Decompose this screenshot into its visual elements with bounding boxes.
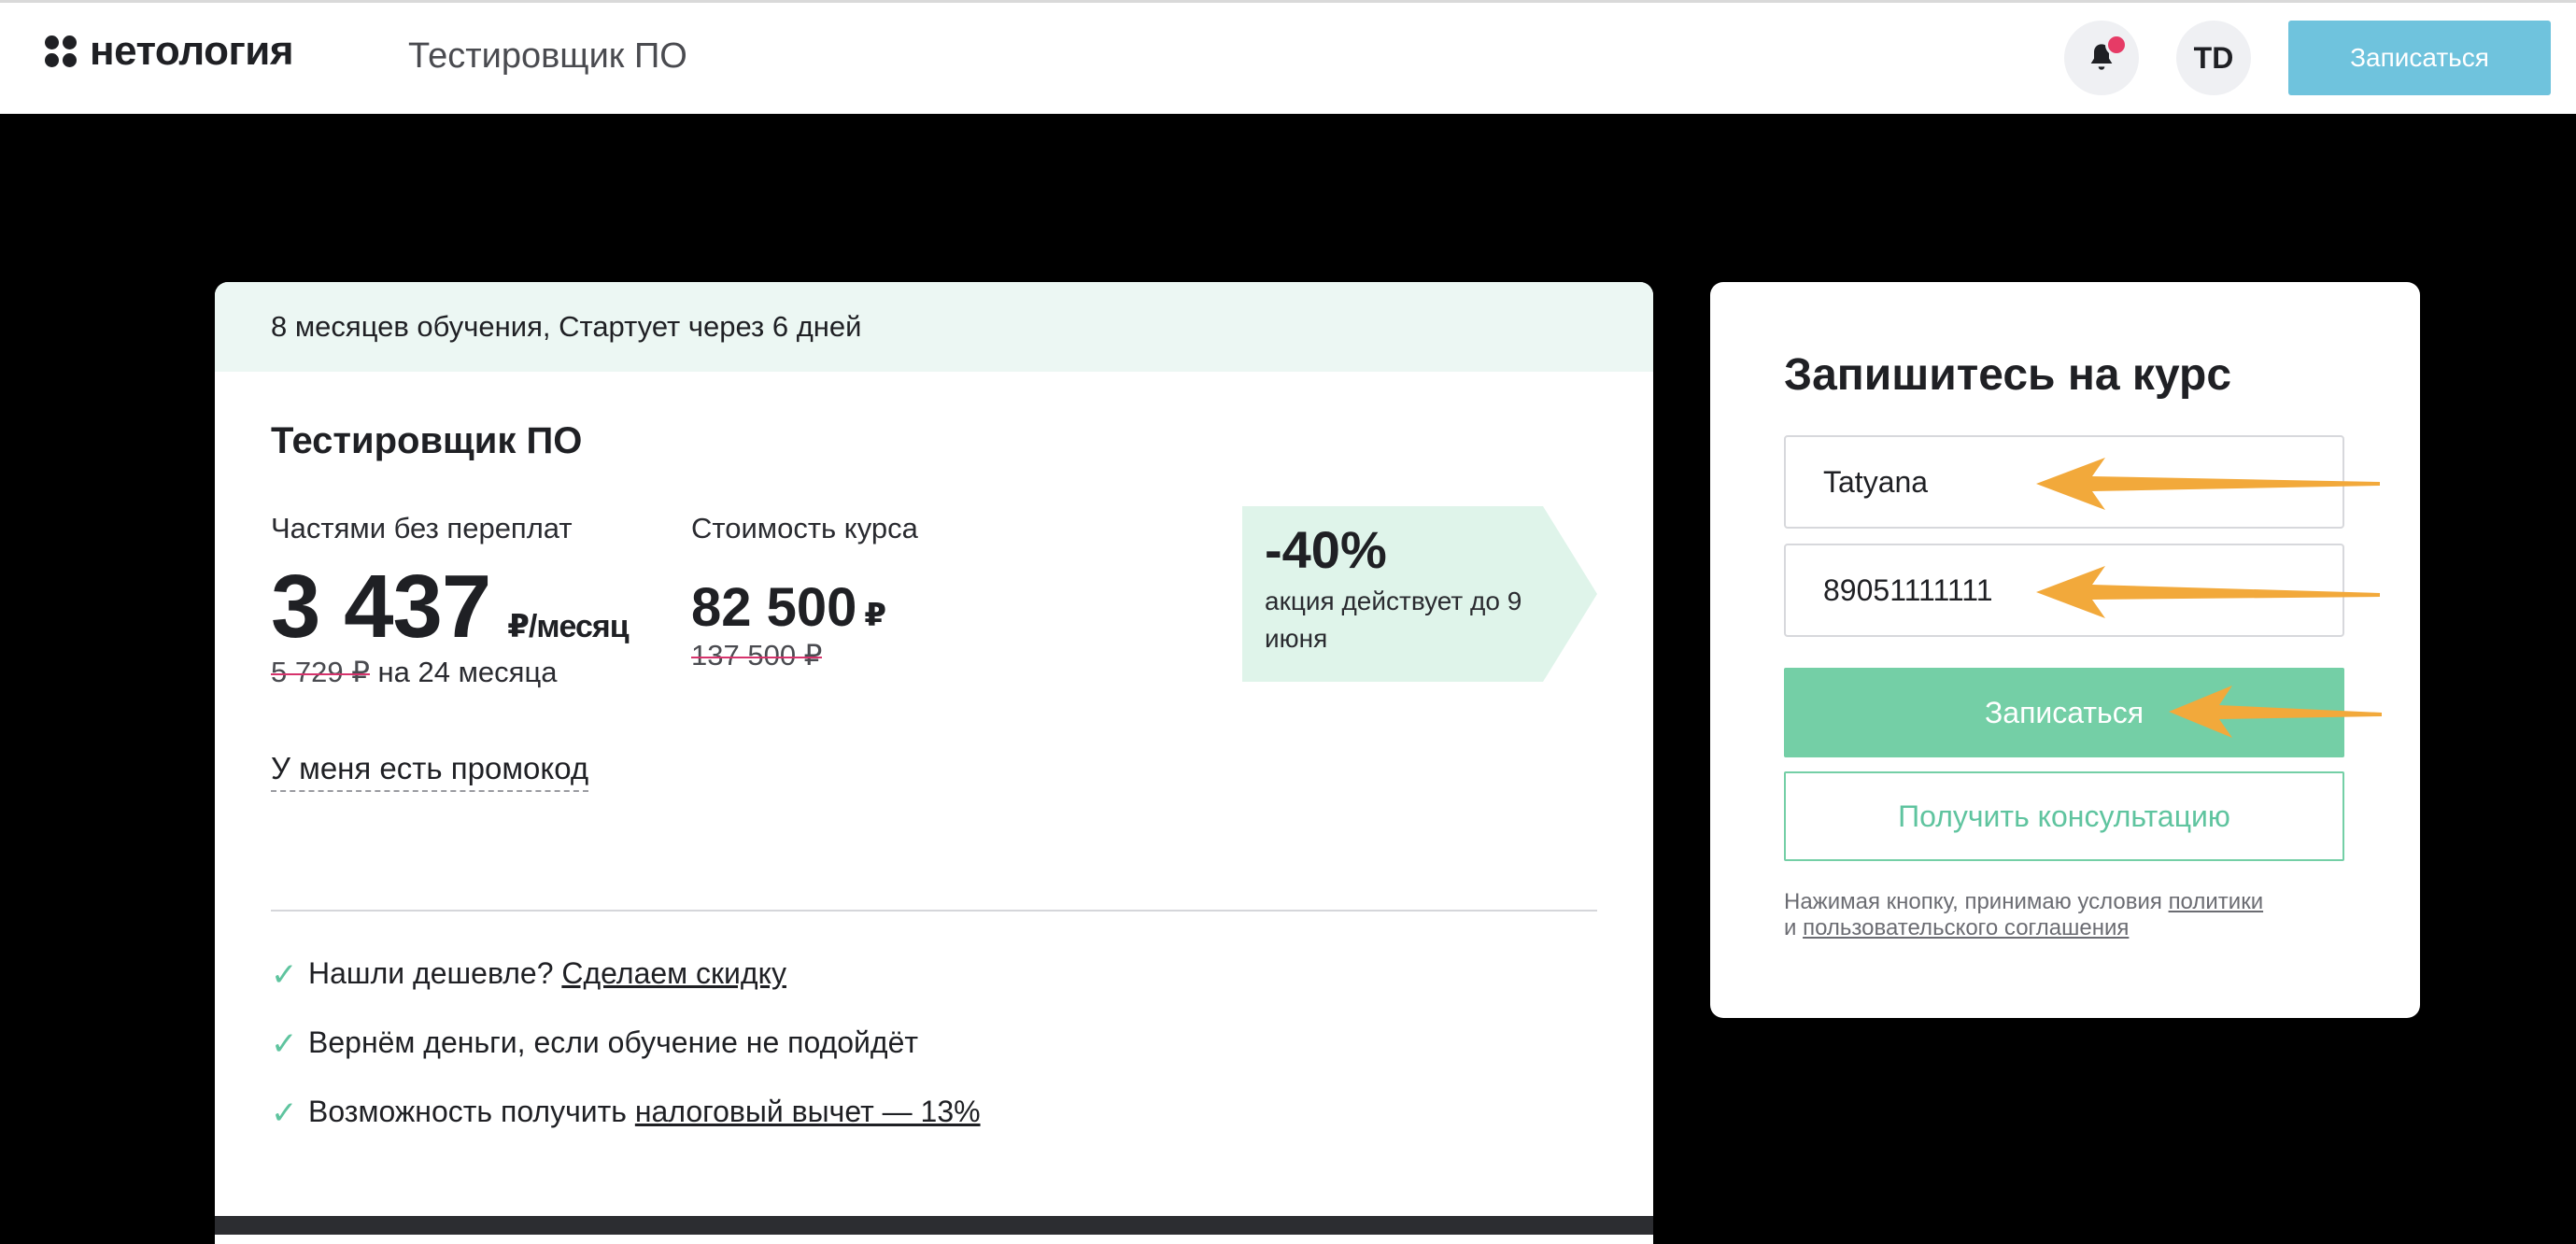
installment-old-price: 5 729 ₽ [271, 656, 370, 688]
benefit-text: Возможность получить налоговый вычет — 1… [308, 1095, 981, 1129]
signup-title: Запишитесь на курс [1784, 350, 2232, 400]
check-icon: ✓ [271, 1026, 298, 1062]
benefit-item: ✓ Вернём деньги, если обучение не подойд… [271, 1025, 981, 1095]
annotation-arrow-icon [2169, 686, 2382, 738]
discount-percent: -40% [1265, 520, 1387, 579]
installment-price-value: 3 437 [271, 557, 491, 657]
course-title: Тестировщик ПО [271, 420, 583, 461]
avatar[interactable]: TD [2176, 21, 2251, 95]
total-currency: ₽ [864, 598, 887, 633]
benefit-text: Нашли дешевле? Сделаем скидку [308, 956, 786, 991]
benefit-item: ✓ Нашли дешевле? Сделаем скидку [271, 956, 981, 1025]
logo[interactable]: нетология [45, 28, 294, 74]
logo-icon [45, 35, 77, 67]
policy-link[interactable]: политики [2169, 889, 2264, 914]
total-label: Стоимость курса [691, 512, 918, 544]
header-course-name: Тестировщик ПО [408, 36, 687, 76]
notifications-button[interactable] [2064, 21, 2139, 95]
benefit-prefix: Нашли дешевле? [308, 956, 562, 990]
course-meta: 8 месяцев обучения, Стартует через 6 дне… [215, 282, 1653, 372]
benefit-item: ✓ Возможность получить налоговый вычет —… [271, 1095, 981, 1164]
terms-and: и [1784, 915, 1804, 940]
course-card: 8 месяцев обучения, Стартует через 6 дне… [215, 282, 1653, 1244]
installment-term: на 24 месяца [377, 656, 558, 688]
annotation-arrow-icon [2036, 566, 2380, 618]
installment-unit: ₽/месяц [507, 609, 629, 644]
divider [271, 910, 1597, 912]
terms-prefix: Нажимая кнопку, принимаю условия [1784, 889, 2169, 914]
total-old-row: 137 500 ₽ [691, 639, 918, 672]
benefit-text: Вернём деньги, если обучение не подойдёт [308, 1025, 919, 1059]
installment-price: 3 437 ₽/месяц [271, 562, 630, 652]
benefit-prefix: Возможность получить [308, 1095, 635, 1128]
annotation-arrow-icon [2036, 458, 2380, 510]
total-old-price: 137 500 ₽ [691, 639, 823, 671]
benefits-list: ✓ Нашли дешевле? Сделаем скидку ✓ Вернём… [271, 956, 981, 1164]
tax-deduction-link[interactable]: налоговый вычет — 13% [635, 1095, 981, 1128]
signup-card: Запишитесь на курс Tatyana 89051111111 З… [1710, 282, 2420, 1018]
logo-text: нетология [90, 28, 294, 74]
discount-badge: -40% акция действует до 9 июня [1242, 506, 1597, 682]
total-price-block: Стоимость курса 82 500 ₽ 137 500 ₽ [691, 512, 918, 672]
footer-strip [215, 1216, 1653, 1235]
terms-text: Нажимая кнопку, принимаю условия политик… [1784, 889, 2363, 941]
discount-link[interactable]: Сделаем скидку [561, 956, 786, 990]
promo-code-link[interactable]: У меня есть промокод [271, 751, 589, 792]
consultation-button[interactable]: Получить консультацию [1784, 771, 2344, 861]
installment-label: Частями без переплат [271, 512, 573, 544]
user-agreement-link[interactable]: пользовательского соглашения [1803, 915, 2129, 940]
total-price-value: 82 500 [691, 577, 857, 638]
check-icon: ✓ [271, 957, 298, 993]
discount-deadline: акция действует до 9 июня [1265, 587, 1522, 653]
header-signup-button[interactable]: Записаться [2288, 21, 2551, 95]
notification-badge [2105, 34, 2128, 56]
installment-old-row: 5 729 ₽ на 24 месяца [271, 656, 629, 689]
check-icon: ✓ [271, 1096, 298, 1131]
installment-price-block: Частями без переплат 3 437 ₽/месяц 5 729 … [271, 512, 630, 689]
top-header: нетология Тестировщик ПО TD Записаться [0, 0, 2576, 114]
total-price: 82 500 ₽ [691, 581, 918, 635]
